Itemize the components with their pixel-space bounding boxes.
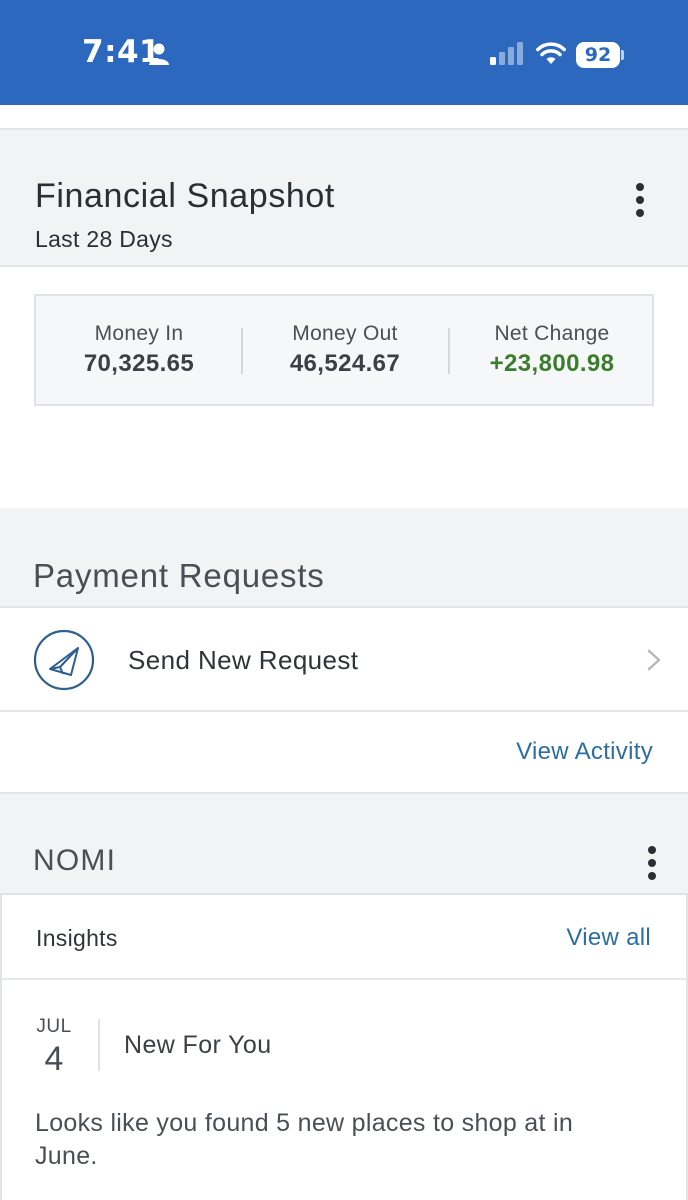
- payment-requests-title: Payment Requests: [33, 557, 325, 594]
- insights-card: Insights View all JUL 4 New For You Look…: [0, 893, 688, 1200]
- net-change: Net Change +23,800.98: [449, 322, 655, 378]
- battery-tip: [621, 50, 624, 60]
- view-activity-link[interactable]: View Activity: [516, 738, 653, 766]
- money-in-value: 70,325.65: [83, 350, 195, 377]
- divider: [0, 265, 688, 267]
- nomi-title: NOMI: [33, 844, 117, 877]
- cellular-signal-icon: [490, 42, 523, 65]
- status-indicators: 92: [490, 40, 630, 70]
- insight-title[interactable]: New For You: [124, 1031, 272, 1060]
- paper-plane-icon: [33, 629, 95, 691]
- financial-snapshot-period: Last 28 Days: [35, 226, 173, 252]
- net-change-label: Net Change: [494, 322, 610, 345]
- date-divider: [98, 1019, 100, 1071]
- financial-snapshot-menu-icon[interactable]: [635, 183, 645, 219]
- divider: [0, 710, 688, 712]
- insight-date-month: JUL: [36, 1016, 72, 1037]
- insights-label: Insights: [36, 925, 118, 951]
- money-out-label: Money Out: [292, 322, 398, 345]
- status-bar: 7:41 92: [0, 0, 688, 105]
- wifi-icon: [536, 42, 566, 64]
- divider: [2, 978, 686, 980]
- money-in-label: Money In: [94, 322, 184, 345]
- net-change-value: +23,800.98: [489, 350, 615, 377]
- insight-date-day: 4: [44, 1040, 64, 1078]
- send-new-request-label: Send New Request: [128, 645, 359, 675]
- battery-indicator: 92: [576, 42, 620, 68]
- send-new-request-row[interactable]: Send New Request: [0, 608, 688, 711]
- money-out-value: 46,524.67: [289, 350, 401, 377]
- financial-snapshot-title: Financial Snapshot: [35, 177, 335, 215]
- view-all-link[interactable]: View all: [566, 924, 651, 952]
- snapshot-summary[interactable]: Money In 70,325.65 Money Out 46,524.67 N…: [34, 294, 654, 406]
- person-icon: [149, 43, 169, 65]
- money-in: Money In 70,325.65: [36, 322, 242, 378]
- insight-body: Looks like you found 5 new places to sho…: [35, 1109, 574, 1170]
- chevron-right-icon: [647, 649, 661, 671]
- money-out: Money Out 46,524.67: [242, 322, 448, 378]
- nomi-menu-icon[interactable]: [647, 846, 657, 882]
